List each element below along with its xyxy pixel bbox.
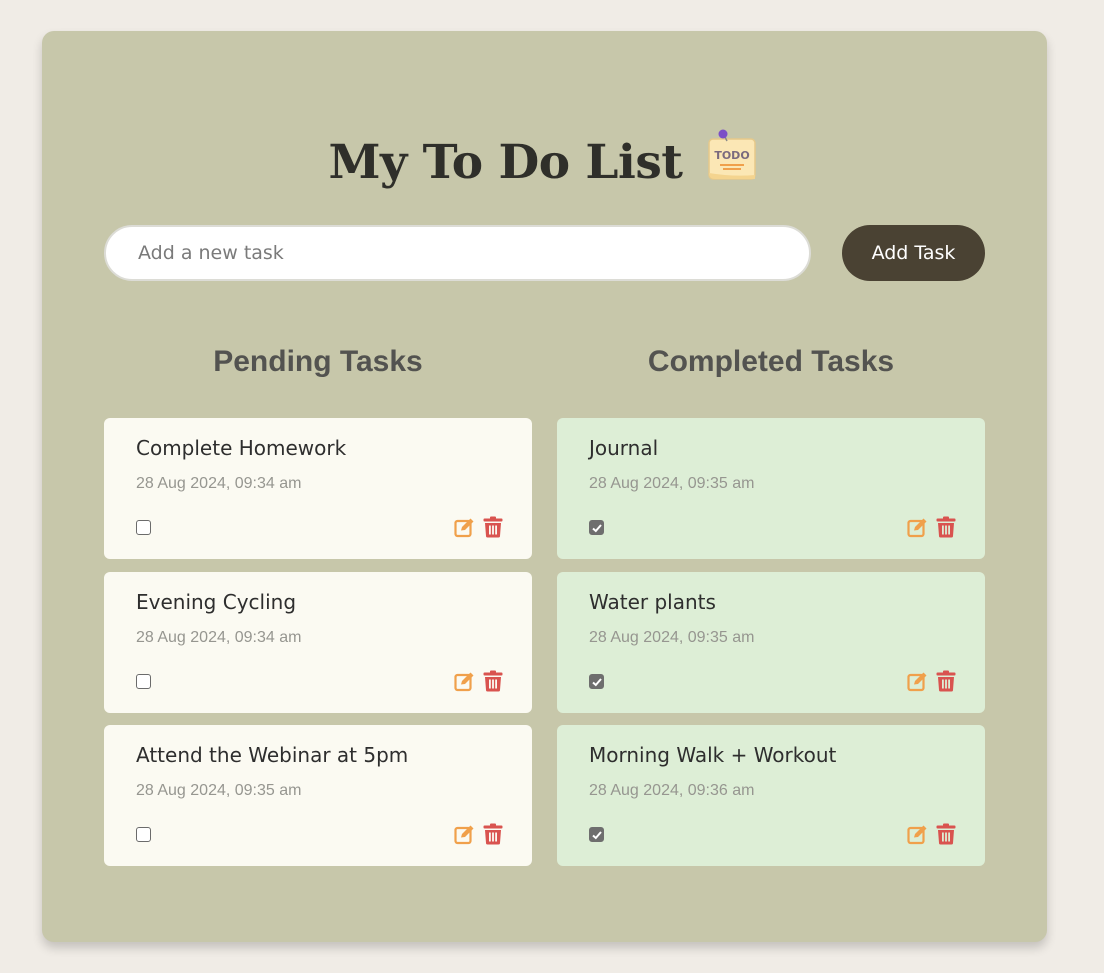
edit-icon[interactable] (454, 671, 475, 692)
pending-tasks-column: Pending Tasks Complete Homework 28 Aug 2… (104, 336, 532, 879)
task-date: 28 Aug 2024, 09:35 am (136, 782, 302, 799)
trash-icon[interactable] (936, 823, 956, 845)
task-checkbox[interactable] (136, 520, 151, 535)
completed-tasks-heading: Completed Tasks (647, 345, 895, 378)
task-date: 28 Aug 2024, 09:34 am (136, 475, 302, 492)
checkmark-icon (592, 831, 602, 840)
task-card: Evening Cycling 28 Aug 2024, 09:34 am (104, 571, 532, 713)
task-card: Complete Homework 28 Aug 2024, 09:34 am (104, 418, 532, 559)
todo-card: My To Do List TODO Add Task Pending Task… (42, 31, 1047, 942)
trash-icon[interactable] (483, 670, 503, 692)
task-card: Attend the Webinar at 5pm 28 Aug 2024, 0… (104, 725, 532, 866)
task-checkbox-checked[interactable] (589, 827, 604, 842)
task-card: Journal 28 Aug 2024, 09:35 am (557, 418, 985, 559)
task-name: Evening Cycling (136, 589, 297, 614)
trash-icon[interactable] (936, 516, 956, 538)
completed-task-list: Journal 28 Aug 2024, 09:35 am Water plan… (557, 418, 985, 866)
pending-tasks-heading: Pending Tasks (213, 345, 423, 378)
todo-note-icon: TODO (707, 129, 756, 180)
trash-icon[interactable] (483, 516, 503, 538)
completed-tasks-column: Completed Tasks Journal 28 Aug 2024, 09:… (557, 336, 985, 879)
pending-task-list: Complete Homework 28 Aug 2024, 09:34 am (104, 418, 532, 866)
task-checkbox-checked[interactable] (589, 520, 604, 535)
edit-icon[interactable] (454, 517, 475, 538)
task-date: 28 Aug 2024, 09:35 am (589, 628, 755, 646)
task-date: 28 Aug 2024, 09:34 am (136, 628, 302, 646)
trash-icon[interactable] (483, 823, 503, 845)
edit-icon[interactable] (907, 671, 928, 692)
task-name: Water plants (589, 589, 716, 614)
add-task-button[interactable]: Add Task (842, 225, 985, 281)
task-name: Complete Homework (136, 436, 347, 460)
task-checkbox[interactable] (136, 827, 151, 842)
trash-icon[interactable] (936, 670, 956, 692)
edit-icon[interactable] (907, 824, 928, 845)
checkmark-icon (592, 524, 602, 533)
page-title: My To Do List (328, 134, 683, 190)
checkmark-icon (592, 677, 602, 686)
new-task-input[interactable] (104, 225, 811, 281)
svg-text:TODO: TODO (714, 149, 749, 162)
task-name: Morning Walk + Workout (589, 743, 837, 767)
task-name: Attend the Webinar at 5pm (136, 743, 409, 767)
task-date: 28 Aug 2024, 09:35 am (589, 475, 755, 492)
edit-icon[interactable] (454, 824, 475, 845)
task-checkbox[interactable] (136, 673, 151, 689)
task-card: Morning Walk + Workout 28 Aug 2024, 09:3… (557, 725, 985, 866)
edit-icon[interactable] (907, 517, 928, 538)
task-name: Journal (589, 436, 659, 460)
title-row: My To Do List TODO (42, 127, 1047, 197)
task-card: Water plants 28 Aug 2024, 09:35 am (557, 571, 985, 713)
task-checkbox-checked[interactable] (589, 673, 604, 689)
task-date: 28 Aug 2024, 09:36 am (589, 782, 755, 799)
